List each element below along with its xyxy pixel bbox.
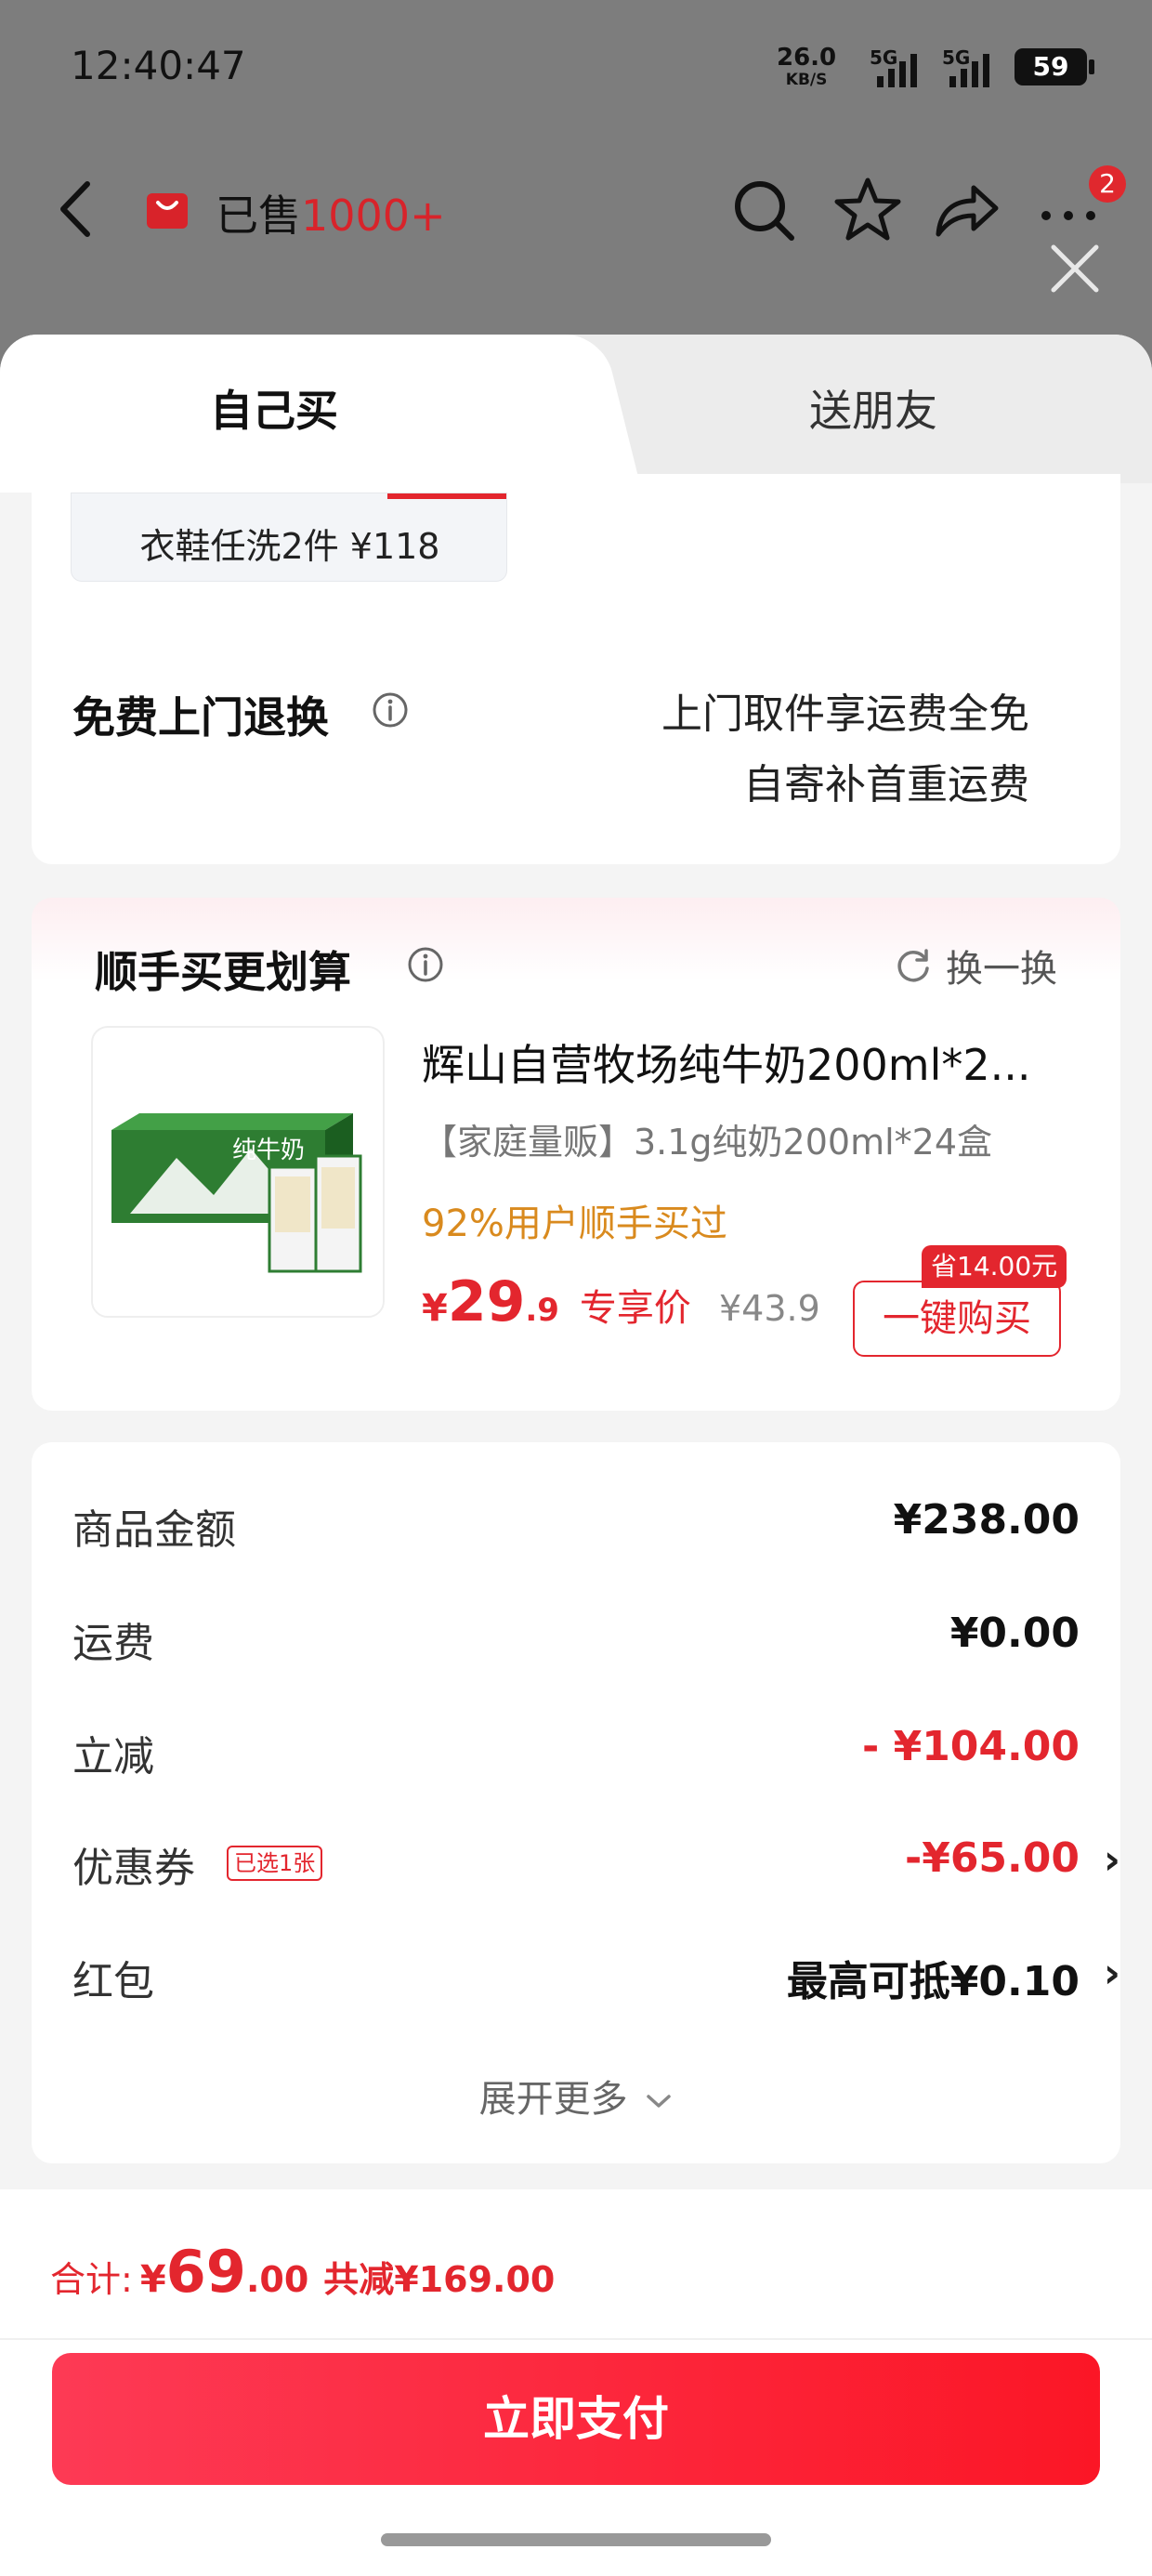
home-indicator[interactable] — [381, 2533, 771, 2546]
network-speed: 26.0 KB/S — [777, 46, 836, 91]
redpacket-value: 最高可抵¥0.10 — [786, 1958, 1080, 2005]
redpacket-label: 红包 — [72, 1958, 154, 2005]
price-tag: 专享价 — [579, 1287, 691, 1330]
tab-self-buy[interactable]: 自己买 — [0, 377, 548, 439]
instant-discount-label: 立减 — [72, 1733, 154, 1781]
pay-now-button[interactable]: 立即支付 — [52, 2353, 1100, 2485]
recommend-card: 顺手买更划算 换一换 纯牛奶 辉山自营牧场纯牛奶200ml*2... 【家庭量贩… — [32, 898, 1120, 1411]
product-image[interactable]: 纯牛奶 — [91, 1026, 385, 1318]
refresh-icon — [897, 949, 929, 982]
return-desc-line1: 上门取件享运费全免 — [661, 690, 1029, 738]
battery-icon: 59 — [1015, 48, 1094, 85]
summary-row-goods: 商品金额 ¥238.00 — [72, 1487, 1080, 1554]
exclusive-price: ¥29.9 专享价 — [422, 1269, 691, 1334]
product-spec: 【家庭量贩】3.1g纯奶200ml*24盒 — [422, 1122, 993, 1163]
status-bar: 12:40:47 26.0 KB/S 5G 5G 59 — [0, 0, 1152, 130]
instant-discount-value: - ¥104.00 — [862, 1723, 1080, 1770]
price-currency: ¥ — [422, 1287, 448, 1330]
shipping-label: 运费 — [72, 1620, 154, 1667]
price-integer: 29 — [447, 1269, 526, 1334]
return-desc-line2: 自寄补首重运费 — [743, 761, 1029, 808]
goods-amount-value: ¥238.00 — [893, 1496, 1080, 1544]
expand-more-button[interactable]: 展开更多 — [32, 2069, 1120, 2123]
total-currency: ¥ — [139, 2258, 166, 2301]
favorite-star-icon[interactable] — [832, 175, 903, 245]
chevron-right-icon: › — [1103, 1950, 1120, 1997]
chip-accent — [387, 493, 506, 499]
shipping-value: ¥0.00 — [949, 1610, 1080, 1657]
checkout-sheet: 自己买 送朋友 衣鞋任洗2件 ¥118 免费上门退换 上门取件享运费全免 自寄补… — [0, 335, 1152, 2576]
chevron-right-icon: › — [1103, 1836, 1120, 1884]
savings-badge: 省14.00元 — [922, 1245, 1067, 1288]
recommend-title: 顺手买更划算 — [95, 947, 351, 997]
network-speed-value: 26.0 — [777, 44, 837, 72]
purchase-tabs: 自己买 送朋友 — [0, 335, 1152, 493]
one-click-buy-button[interactable]: 一键购买 — [853, 1281, 1061, 1357]
product-name[interactable]: 辉山自营牧场纯牛奶200ml*2... — [422, 1032, 1072, 1093]
total-integer: 69 — [165, 2238, 246, 2306]
search-icon[interactable] — [728, 175, 799, 245]
info-icon[interactable] — [372, 691, 409, 729]
service-option-chip[interactable]: 衣鞋任洗2件 ¥118 — [71, 493, 507, 582]
signal-bars-2-icon — [949, 54, 989, 87]
chevron-down-icon — [647, 2095, 672, 2108]
total-decimal: .00 — [245, 2259, 309, 2300]
goods-amount-label: 商品金额 — [72, 1506, 236, 1554]
milk-box-image: 纯牛奶 — [93, 1113, 383, 1316]
share-icon[interactable] — [931, 175, 1001, 245]
total-reduction: 共减¥169.00 — [323, 2259, 556, 2300]
coupon-label: 优惠券 — [72, 1845, 195, 1892]
order-summary-card: 商品金额 ¥238.00 运费 ¥0.00 立减 - ¥104.00 优惠券 已… — [32, 1442, 1120, 2163]
summary-row-discount: 立减 - ¥104.00 — [72, 1714, 1080, 1781]
summary-row-coupon[interactable]: 优惠券 已选1张 -¥65.00 › — [72, 1825, 1120, 1892]
summary-row-shipping: 运费 ¥0.00 — [72, 1600, 1080, 1667]
original-price: ¥43.9 — [719, 1288, 820, 1329]
coupon-selected-badge: 已选1张 — [227, 1846, 323, 1881]
recommend-info-icon[interactable] — [407, 946, 444, 983]
close-sheet-icon[interactable] — [1044, 238, 1106, 299]
status-time: 12:40:47 — [71, 43, 246, 88]
sold-number: 1000+ — [301, 191, 446, 241]
coupon-value: -¥65.00 — [904, 1834, 1080, 1882]
total-label: 合计: — [50, 2259, 133, 2300]
summary-row-redpacket[interactable]: 红包 最高可抵¥0.10 › — [72, 1939, 1120, 2005]
expand-more-label: 展开更多 — [478, 2078, 628, 2121]
network-speed-unit: KB/S — [785, 71, 828, 89]
box-label-text: 纯牛奶 — [232, 1137, 305, 1164]
refresh-label: 换一换 — [946, 948, 1057, 991]
divider — [0, 2338, 1152, 2340]
free-return-title: 免费上门退换 — [72, 692, 329, 743]
refresh-button[interactable]: 换一换 — [894, 939, 1057, 992]
signal-bars-1-icon — [877, 54, 917, 87]
price-decimal: .9 — [525, 1292, 559, 1329]
sold-prefix: 已售 — [216, 191, 301, 241]
sold-count-text: 已售1000+ — [216, 182, 446, 243]
checkout-bottom-bar: 合计: ¥69.00 共减¥169.00 立即支付 — [0, 2189, 1152, 2576]
top-nav-bar: 已售1000+ 2 — [0, 149, 1152, 269]
notification-badge: 2 — [1089, 165, 1126, 203]
back-arrow-icon[interactable] — [50, 177, 106, 242]
order-total: 合计: ¥69.00 共减¥169.00 — [50, 2238, 555, 2306]
product-purchase-rate: 92%用户顺手买过 — [422, 1203, 727, 1245]
service-card: 衣鞋任洗2件 ¥118 免费上门退换 上门取件享运费全免 自寄补首重运费 — [32, 474, 1120, 864]
shop-bag-icon — [147, 193, 188, 229]
service-option-text: 衣鞋任洗2件 ¥118 — [139, 526, 440, 567]
tab-gift-friend[interactable]: 送朋友 — [595, 377, 1152, 439]
